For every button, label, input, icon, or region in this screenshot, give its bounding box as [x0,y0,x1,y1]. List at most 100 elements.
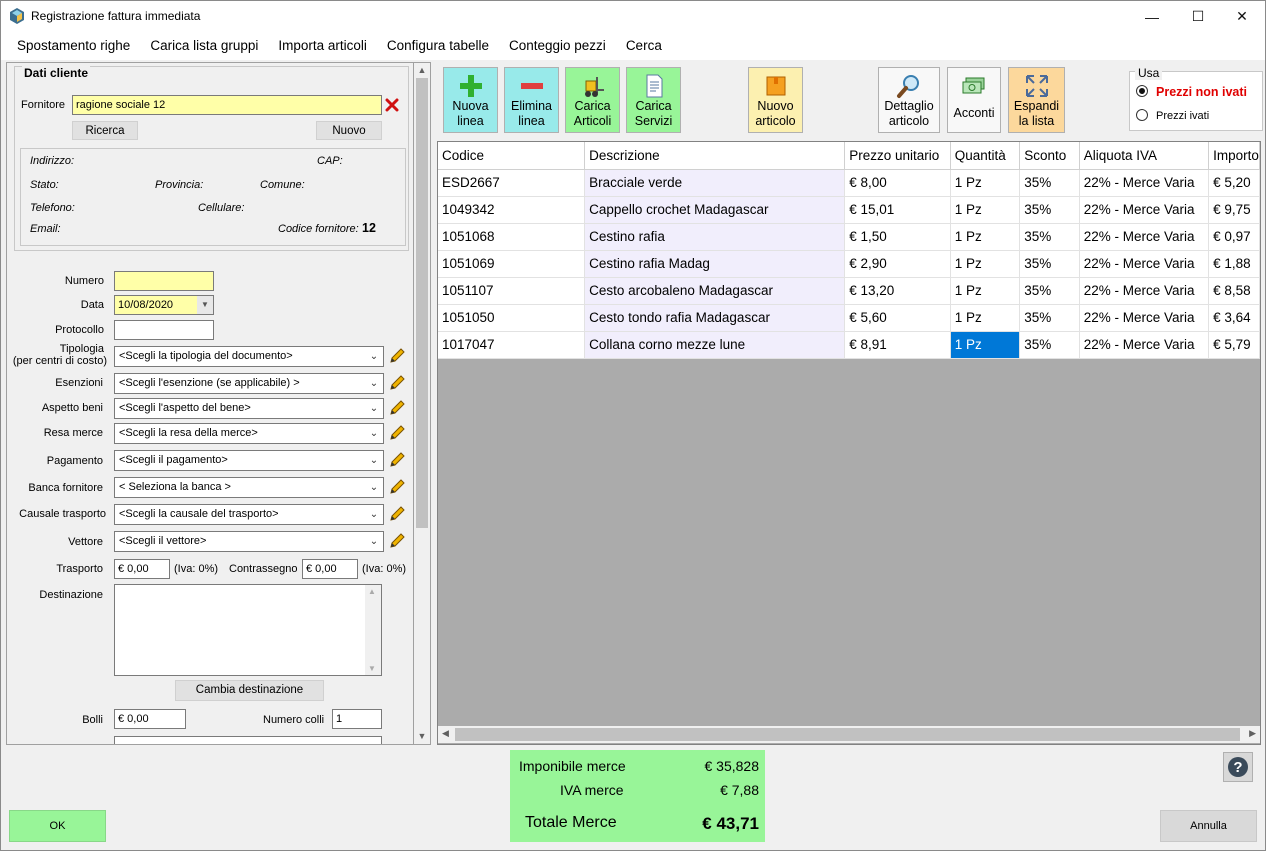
menu-configura-tabelle[interactable]: Configura tabelle [377,32,499,60]
edit-esenzioni-pencil-icon[interactable] [388,374,406,392]
cell-aliquota[interactable]: 22% - Merce Varia [1079,331,1210,359]
column-header-sconto[interactable]: Sconto [1019,142,1080,170]
column-header-codice[interactable]: Codice [438,142,586,170]
grid-horizontal-scrollbar[interactable]: ◀ ▶ [438,726,1260,743]
cell-quantita-selected[interactable]: 1 Pz [950,331,1021,359]
menu-spostamento-righe[interactable]: Spostamento righe [1,32,140,60]
nuovo-articolo-button[interactable]: Nuovo articolo [748,67,803,133]
edit-aspetto-pencil-icon[interactable] [388,399,406,417]
scroll-up-icon[interactable]: ▲ [368,587,376,596]
cell-codice[interactable]: ESD2667 [438,169,586,197]
causale-trasporto-select[interactable]: <Scegli la causale del trasporto> ⌄ [114,504,384,525]
scroll-down-icon[interactable]: ▼ [368,664,376,673]
maximize-button[interactable]: ☐ [1175,1,1221,32]
cell-quantita[interactable]: 1 Pz [950,304,1021,332]
cell-quantita[interactable]: 1 Pz [950,196,1021,224]
carica-servizi-button[interactable]: Carica Servizi [626,67,681,133]
resa-merce-select[interactable]: <Scegli la resa della merce> ⌄ [114,423,384,444]
cell-prezzo[interactable]: € 8,91 [844,331,951,359]
edit-banca-pencil-icon[interactable] [388,478,406,496]
vettore-select[interactable]: <Scegli il vettore> ⌄ [114,531,384,552]
tipologia-select[interactable]: <Scegli la tipologia del documento> ⌄ [114,346,384,367]
cell-prezzo[interactable]: € 8,00 [844,169,951,197]
aspetto-beni-select[interactable]: <Scegli l'aspetto del bene> ⌄ [114,398,384,419]
cell-importo[interactable]: € 9,75 [1208,196,1260,224]
trasporto-input[interactable]: € 0,00 [114,559,170,579]
espandi-lista-button[interactable]: Espandi la lista [1008,67,1065,133]
cell-descrizione[interactable]: Cesto arcobaleno Madagascar [584,277,846,305]
cell-importo[interactable]: € 0,97 [1208,223,1260,251]
articles-grid[interactable]: Codice Descrizione Prezzo unitario Quant… [437,141,1261,745]
cell-sconto[interactable]: 35% [1019,304,1080,332]
cell-codice[interactable]: 1051068 [438,223,586,251]
minimize-button[interactable]: — [1129,1,1175,32]
cell-quantita[interactable]: 1 Pz [950,223,1021,251]
cell-importo[interactable]: € 1,88 [1208,250,1260,278]
cell-importo[interactable]: € 3,64 [1208,304,1260,332]
bolli-input[interactable]: € 0,00 [114,709,186,729]
cell-prezzo[interactable]: € 5,60 [844,304,951,332]
cell-prezzo[interactable]: € 1,50 [844,223,951,251]
column-header-quantita[interactable]: Quantità [950,142,1021,170]
cell-quantita[interactable]: 1 Pz [950,169,1021,197]
cell-descrizione[interactable]: Cestino rafia Madag [584,250,846,278]
table-row[interactable]: ESD2667 Bracciale verde € 8,00 1 Pz 35% … [438,169,1260,197]
esenzioni-select[interactable]: <Scegli l'esenzione (se applicabile) > ⌄ [114,373,384,394]
table-row[interactable]: 1051068 Cestino rafia € 1,50 1 Pz 35% 22… [438,223,1260,251]
table-row[interactable]: 1049342 Cappello crochet Madagascar € 15… [438,196,1260,224]
ok-button[interactable]: OK [9,810,106,842]
scroll-left-icon[interactable]: ◀ [442,728,449,739]
help-button[interactable]: ? [1223,752,1253,782]
cell-sconto[interactable]: 35% [1019,331,1080,359]
cell-sconto[interactable]: 35% [1019,169,1080,197]
cell-aliquota[interactable]: 22% - Merce Varia [1079,250,1210,278]
cell-prezzo[interactable]: € 13,20 [844,277,951,305]
next-field-partial[interactable] [114,736,382,744]
cell-codice[interactable]: 1017047 [438,331,586,359]
prezzi-non-ivati-label[interactable]: Prezzi non ivati [1156,85,1247,99]
table-row[interactable]: 1017047 Collana corno mezze lune € 8,91 … [438,331,1260,359]
protocollo-input[interactable] [114,320,214,340]
nuova-linea-button[interactable]: Nuova linea [443,67,498,133]
table-row[interactable]: 1051050 Cesto tondo rafia Madagascar € 5… [438,304,1260,332]
cell-quantita[interactable]: 1 Pz [950,250,1021,278]
scroll-right-icon[interactable]: ▶ [1249,728,1256,739]
cell-prezzo[interactable]: € 2,90 [844,250,951,278]
scroll-down-icon[interactable]: ▼ [414,729,430,744]
cell-codice[interactable]: 1051069 [438,250,586,278]
dettaglio-articolo-button[interactable]: Dettaglio articolo [878,67,940,133]
menu-conteggio-pezzi[interactable]: Conteggio pezzi [499,32,616,60]
cell-aliquota[interactable]: 22% - Merce Varia [1079,223,1210,251]
cell-importo[interactable]: € 5,79 [1208,331,1260,359]
column-header-aliquota-iva[interactable]: Aliquota IVA [1079,142,1210,170]
cell-importo[interactable]: € 5,20 [1208,169,1260,197]
annulla-button[interactable]: Annulla [1160,810,1257,842]
close-button[interactable]: ✕ [1219,1,1265,32]
ricerca-button[interactable]: Ricerca [72,121,138,140]
data-picker[interactable]: 10/08/2020 ▼ [114,295,214,315]
pagamento-select[interactable]: <Scegli il pagamento> ⌄ [114,450,384,471]
column-header-importo[interactable]: Importo [1208,142,1260,170]
cell-aliquota[interactable]: 22% - Merce Varia [1079,277,1210,305]
numero-colli-input[interactable]: 1 [332,709,382,729]
cell-descrizione[interactable]: Cesto tondo rafia Madagascar [584,304,846,332]
cell-sconto[interactable]: 35% [1019,250,1080,278]
menu-cerca[interactable]: Cerca [616,32,672,60]
column-header-descrizione[interactable]: Descrizione [584,142,846,170]
nuovo-button[interactable]: Nuovo [316,121,382,140]
cell-descrizione[interactable]: Cappello crochet Madagascar [584,196,846,224]
edit-pagamento-pencil-icon[interactable] [388,451,406,469]
cell-sconto[interactable]: 35% [1019,277,1080,305]
left-panel-scrollbar[interactable]: ▲ ▼ [414,62,431,745]
cell-aliquota[interactable]: 22% - Merce Varia [1079,196,1210,224]
clear-fornitore-icon[interactable] [385,98,399,112]
cell-sconto[interactable]: 35% [1019,196,1080,224]
edit-tipologia-pencil-icon[interactable] [388,347,406,365]
fornitore-input[interactable]: ragione sociale 12 [72,95,382,115]
scroll-up-icon[interactable]: ▲ [414,63,430,78]
edit-resa-pencil-icon[interactable] [388,424,406,442]
prezzi-ivati-label[interactable]: Prezzi ivati [1156,110,1209,122]
column-header-prezzo-unitario[interactable]: Prezzo unitario [844,142,951,170]
prezzi-ivati-radio[interactable] [1136,109,1148,121]
table-row[interactable]: 1051107 Cesto arcobaleno Madagascar € 13… [438,277,1260,305]
